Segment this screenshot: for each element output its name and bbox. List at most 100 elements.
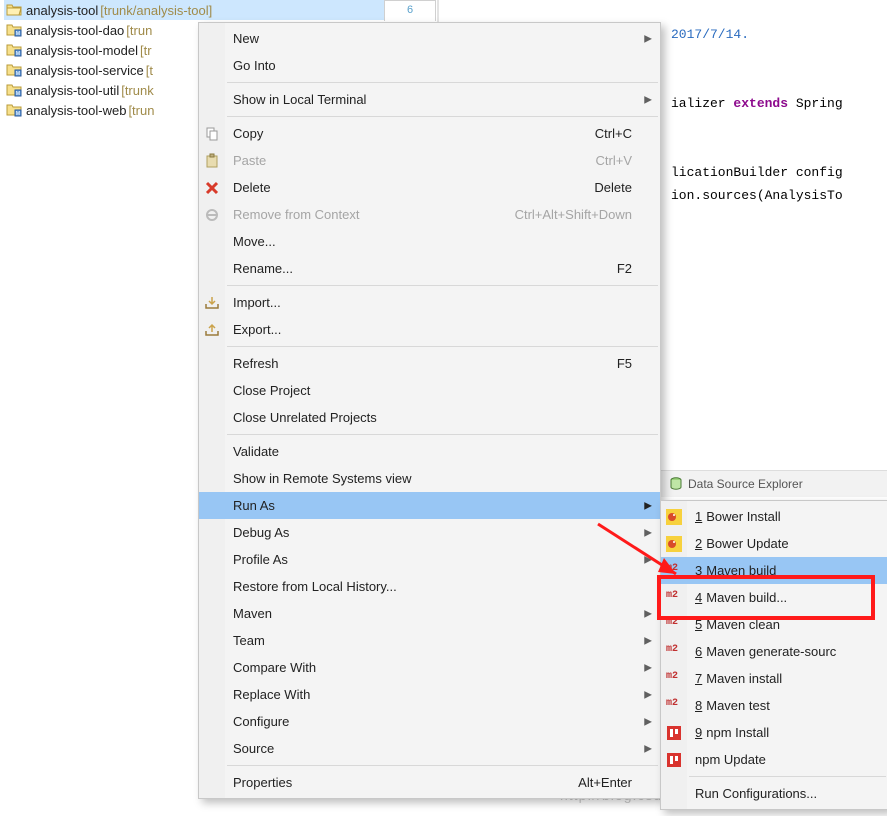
- submenu-arrow-icon: ▶: [644, 662, 652, 673]
- menu-item[interactable]: Configure ▶: [199, 708, 660, 735]
- menu-separator: [227, 765, 658, 766]
- menu-item[interactable]: PropertiesAlt+Enter: [199, 769, 660, 796]
- menu-item[interactable]: New▶: [199, 25, 660, 52]
- submenu-item-label: Maven generate-sourc: [706, 644, 836, 659]
- submenu-item-label: Run Configurations...: [695, 786, 817, 801]
- menu-item[interactable]: Source ▶: [199, 735, 660, 762]
- menu-item-label: Show in Local Terminal: [233, 92, 366, 107]
- submenu-item[interactable]: 2 Bower Update: [661, 530, 887, 557]
- accelerator-number: 1: [695, 509, 702, 524]
- project-name: analysis-tool-util: [26, 83, 119, 98]
- menu-item[interactable]: Export...: [199, 316, 660, 343]
- project-repo-decoration: [trun: [128, 103, 154, 118]
- project-icon: [6, 2, 22, 18]
- project-icon: M: [6, 22, 22, 38]
- project-repo-decoration: [trunk/analysis-tool]: [100, 3, 212, 18]
- menu-item-label: Close Project: [233, 383, 310, 398]
- submenu-arrow-icon: ▶: [644, 500, 652, 511]
- menu-item[interactable]: Move...: [199, 228, 660, 255]
- menu-item-label: Maven: [233, 606, 272, 621]
- menu-separator: [227, 82, 658, 83]
- menu-item-label: Properties: [233, 775, 292, 790]
- menu-item-label: Go Into: [233, 58, 276, 73]
- menu-item[interactable]: Show in Local Terminal▶: [199, 86, 660, 113]
- submenu-item-label: Bower Update: [706, 536, 788, 551]
- menu-item[interactable]: Maven ▶: [199, 600, 660, 627]
- project-name: analysis-tool: [26, 3, 98, 18]
- menu-separator: [227, 434, 658, 435]
- menu-item[interactable]: Import...: [199, 289, 660, 316]
- menu-item[interactable]: Go Into: [199, 52, 660, 79]
- maven-icon: m2: [666, 671, 682, 687]
- database-icon: [668, 476, 684, 492]
- views-tabstrip[interactable]: Data Source Explorer: [660, 470, 887, 497]
- menu-item-label: Close Unrelated Projects: [233, 410, 377, 425]
- submenu-arrow-icon: ▶: [644, 716, 652, 727]
- bower-icon: [666, 536, 682, 552]
- menu-item-label: Show in Remote Systems view: [233, 471, 411, 486]
- submenu-item[interactable]: m23 Maven build: [661, 557, 887, 584]
- context-menu[interactable]: New▶Go IntoShow in Local Terminal▶CopyCt…: [198, 22, 661, 799]
- menu-item[interactable]: RefreshF5: [199, 350, 660, 377]
- submenu-arrow-icon: ▶: [644, 743, 652, 754]
- remove-icon: [204, 207, 220, 223]
- submenu-item[interactable]: Run Configurations...: [661, 780, 887, 807]
- menu-item[interactable]: Validate: [199, 438, 660, 465]
- menu-shortcut: Ctrl+V: [596, 153, 650, 168]
- menu-item[interactable]: Restore from Local History...: [199, 573, 660, 600]
- submenu-item[interactable]: m25 Maven clean: [661, 611, 887, 638]
- menu-item[interactable]: Compare With▶: [199, 654, 660, 681]
- submenu-item-label: Bower Install: [706, 509, 780, 524]
- menu-item-label: Rename...: [233, 261, 293, 276]
- menu-item[interactable]: Close Project: [199, 377, 660, 404]
- project-name: analysis-tool-model: [26, 43, 138, 58]
- project-item[interactable]: analysis-tool[trunk/analysis-tool]: [4, 0, 384, 20]
- menu-separator: [689, 776, 886, 777]
- submenu-item-label: Maven test: [706, 698, 770, 713]
- project-repo-decoration: [trun: [126, 23, 152, 38]
- menu-item[interactable]: Debug As▶: [199, 519, 660, 546]
- run-as-submenu[interactable]: 1 Bower Install2 Bower Updatem23 Maven b…: [660, 500, 887, 810]
- menu-shortcut: Ctrl+C: [595, 126, 650, 141]
- editor-tab-num: 6: [407, 4, 413, 16]
- menu-item-label: Run As: [233, 498, 275, 513]
- project-icon: M: [6, 102, 22, 118]
- editor-tab[interactable]: 6: [384, 0, 436, 21]
- submenu-item[interactable]: m26 Maven generate-sourc: [661, 638, 887, 665]
- data-source-explorer-tab[interactable]: Data Source Explorer: [660, 472, 811, 496]
- submenu-item[interactable]: 1 Bower Install: [661, 503, 887, 530]
- menu-item[interactable]: Profile As▶: [199, 546, 660, 573]
- menu-item-label: Source: [233, 741, 274, 756]
- accelerator-number: 6: [695, 644, 702, 659]
- submenu-item[interactable]: m27 Maven install: [661, 665, 887, 692]
- submenu-item-label: Maven build...: [706, 590, 787, 605]
- menu-item[interactable]: DeleteDelete: [199, 174, 660, 201]
- accelerator-number: 2: [695, 536, 702, 551]
- menu-item-label: Paste: [233, 153, 266, 168]
- accelerator-number: 8: [695, 698, 702, 713]
- project-repo-decoration: [t: [146, 63, 153, 78]
- menu-item-label: Move...: [233, 234, 276, 249]
- submenu-item[interactable]: m24 Maven build...: [661, 584, 887, 611]
- submenu-item[interactable]: m28 Maven test: [661, 692, 887, 719]
- submenu-item[interactable]: npm Update: [661, 746, 887, 773]
- menu-item[interactable]: Show in Remote Systems view: [199, 465, 660, 492]
- menu-item[interactable]: Team▶: [199, 627, 660, 654]
- menu-item[interactable]: Rename...F2: [199, 255, 660, 282]
- accelerator-number: 4: [695, 590, 702, 605]
- menu-separator: [227, 346, 658, 347]
- npm-icon: [666, 725, 682, 741]
- maven-icon: m2: [666, 563, 682, 579]
- submenu-arrow-icon: ▶: [644, 608, 652, 619]
- submenu-item[interactable]: 9 npm Install: [661, 719, 887, 746]
- menu-item[interactable]: Replace With▶: [199, 681, 660, 708]
- paste-icon: [204, 153, 220, 169]
- menu-item: Paste Ctrl+V: [199, 147, 660, 174]
- menu-item-label: Configure: [233, 714, 289, 729]
- menu-item-label: Profile As: [233, 552, 288, 567]
- menu-item[interactable]: CopyCtrl+C: [199, 120, 660, 147]
- menu-item[interactable]: Close Unrelated Projects: [199, 404, 660, 431]
- menu-item-label: Export...: [233, 322, 281, 337]
- menu-item[interactable]: Run As ▶: [199, 492, 660, 519]
- svg-text:M: M: [16, 111, 20, 117]
